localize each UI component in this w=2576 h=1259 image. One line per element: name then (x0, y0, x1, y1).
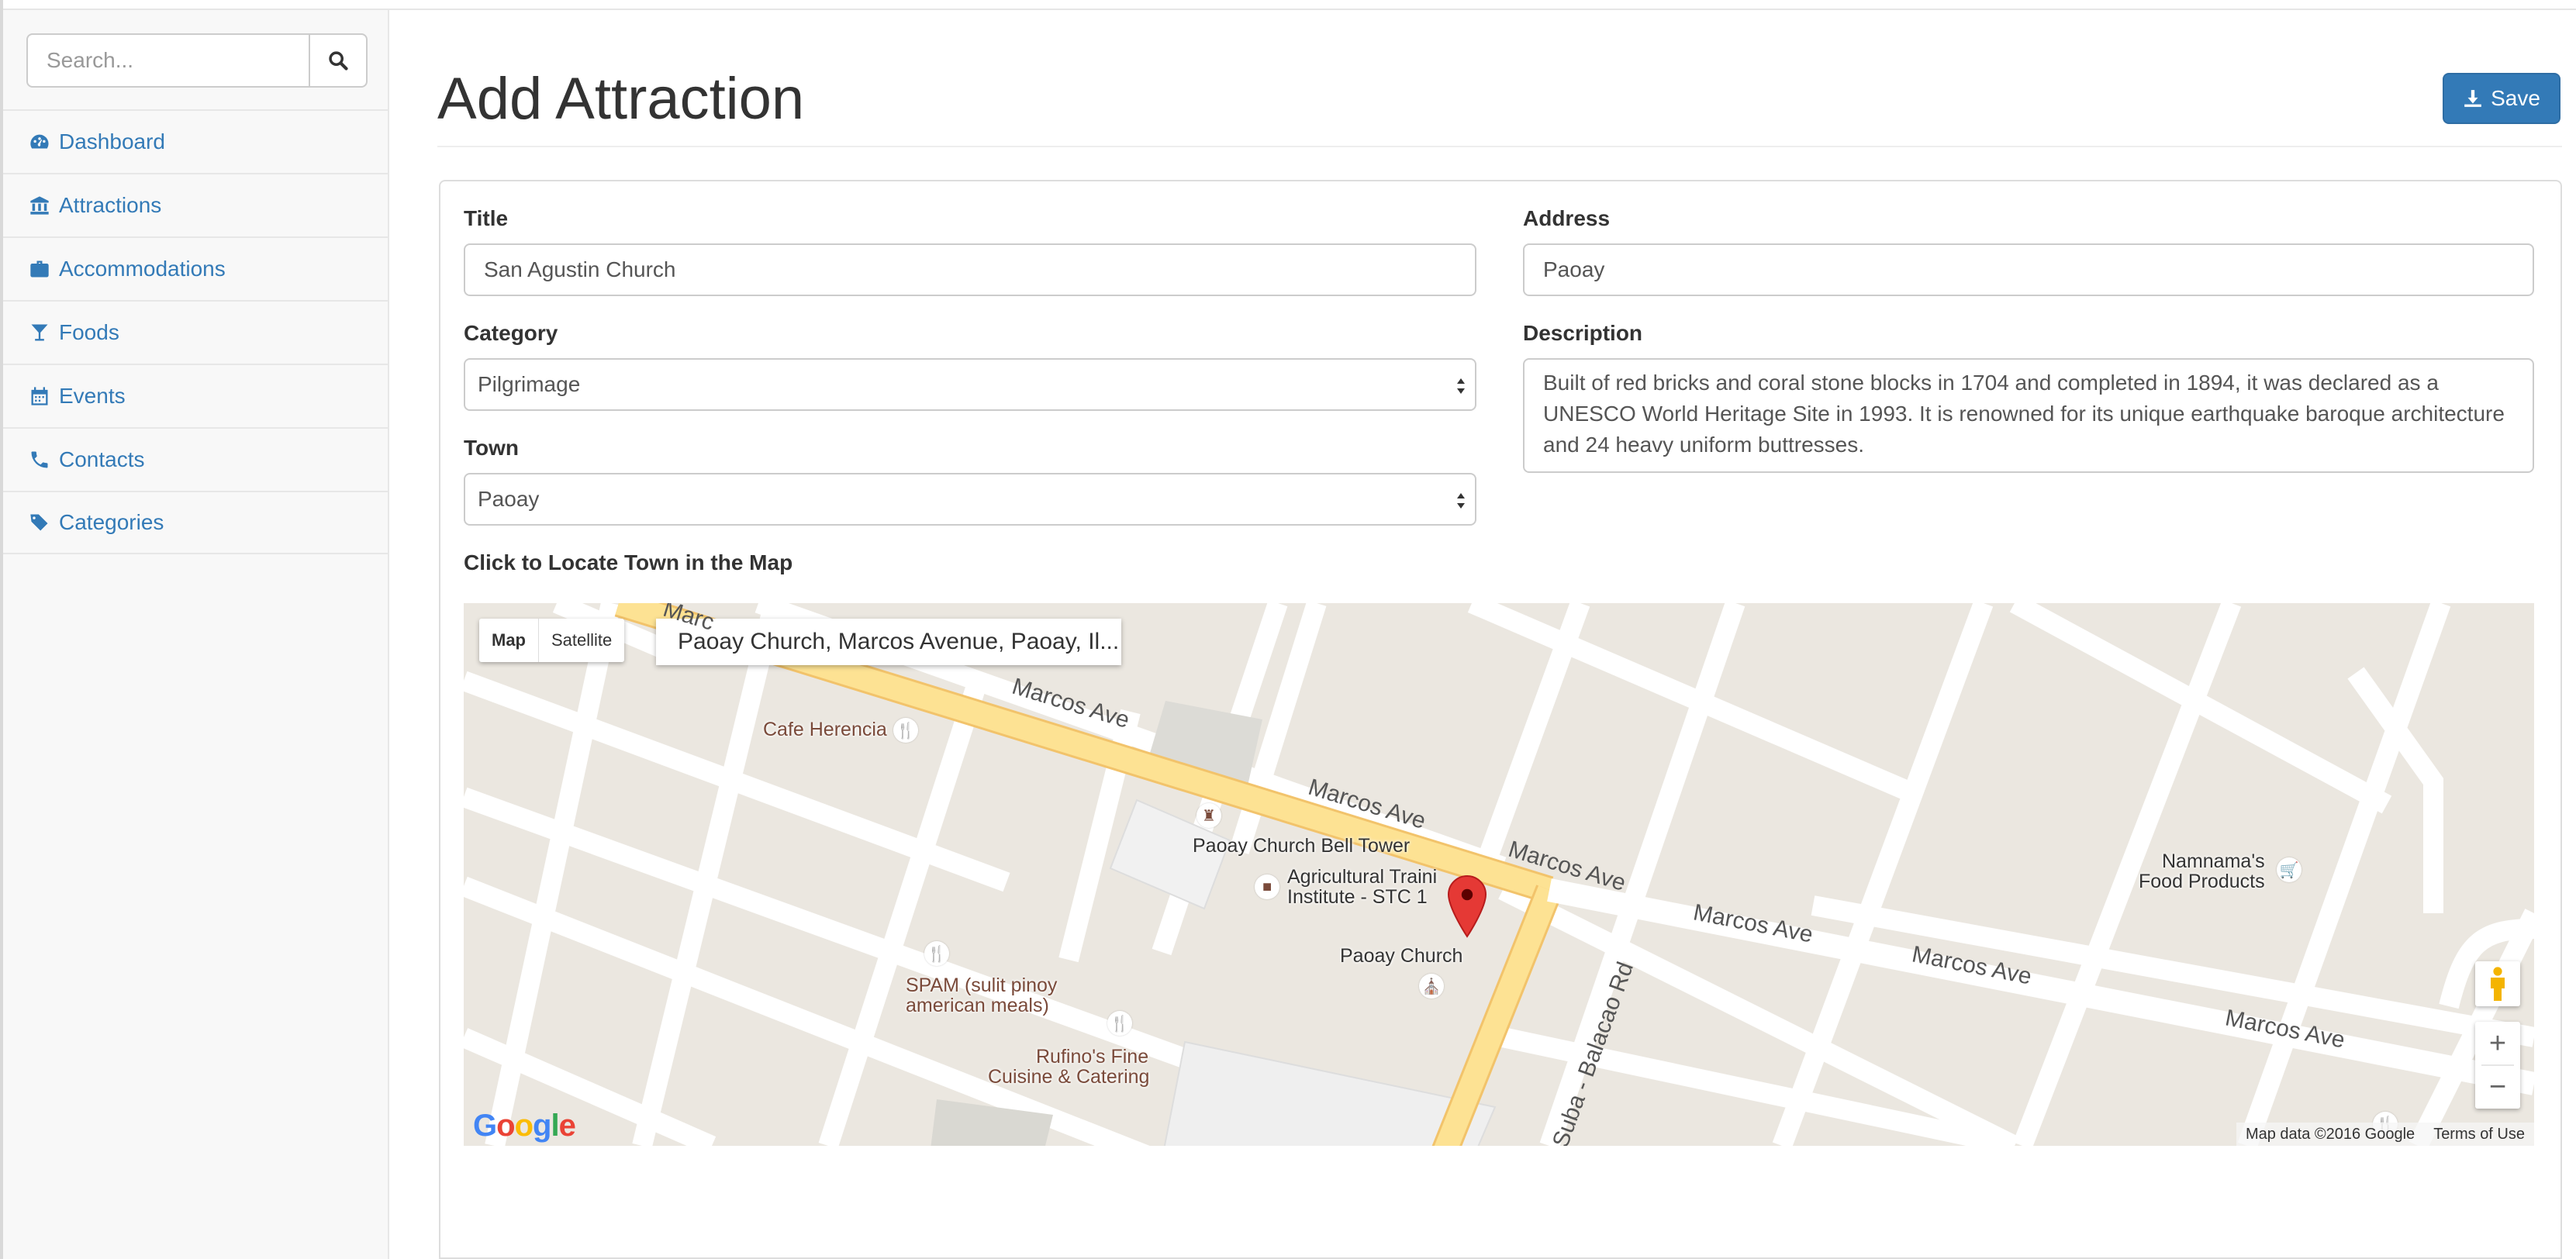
church-icon: ⛪ (1419, 974, 1444, 999)
sidebar-item-foods[interactable]: Foods (3, 300, 388, 364)
address-field[interactable]: Paoay (1523, 243, 2534, 296)
select-arrows-icon (1457, 493, 1465, 509)
terms-of-use-link[interactable]: Terms of Use (2433, 1126, 2525, 1143)
save-button-label: Save (2491, 86, 2540, 110)
poi-rufino-line2: Cuisine & Catering (988, 1066, 1150, 1088)
top-border (0, 0, 2576, 10)
town-label: Town (464, 436, 520, 460)
poi-agri-line2: Institute - STC 1 (1287, 886, 1428, 908)
sidebar-item-label: Foods (59, 320, 119, 344)
restaurant-icon: 🍴 (1107, 1011, 1132, 1036)
address-label: Address (1523, 206, 1611, 230)
map[interactable]: Map Satellite Paoay Church, Marcos Avenu… (464, 603, 2534, 1146)
glass-icon (28, 321, 51, 344)
poi-namnama-line2: Food Products (2139, 871, 2265, 892)
map-type-control: Map Satellite (479, 619, 625, 662)
select-arrows-icon (1457, 378, 1465, 394)
poi-rufino-line1[interactable]: Rufino's Fine (1036, 1047, 1148, 1067)
poi-agri-line1[interactable]: Agricultural Traini (1287, 867, 1437, 887)
suitcase-icon (28, 257, 51, 281)
search-group (26, 33, 368, 88)
sidebar-item-label: Categories (59, 510, 164, 534)
poi-paoay-church[interactable]: Paoay Church (1340, 946, 1462, 966)
sidebar-item-categories[interactable]: Categories (3, 491, 388, 554)
sidebar-item-label: Contacts (59, 447, 145, 471)
title-field[interactable]: San Agustin Church (464, 243, 1476, 296)
sidebar-nav: Dashboard Attractions Accommodations Foo… (3, 109, 388, 554)
save-button[interactable]: Save (2443, 73, 2560, 124)
sidebar-item-accommodations[interactable]: Accommodations (3, 236, 388, 300)
phone-icon (28, 448, 51, 471)
page-title: Add Attraction (437, 66, 805, 132)
zoom-in-button[interactable]: + (2475, 1022, 2520, 1065)
poi-spam-line1[interactable]: SPAM (sulit pinoy (906, 975, 1057, 995)
institution-poi-icon: ■ (1255, 874, 1279, 899)
poi-cafe-herencia[interactable]: Cafe Herencia (763, 719, 887, 740)
landmark-icon: ♜ (1196, 803, 1221, 828)
dashboard-icon (28, 130, 51, 153)
map-marker-icon[interactable] (1447, 874, 1487, 938)
search-input[interactable] (26, 33, 310, 88)
sidebar-item-events[interactable]: Events (3, 364, 388, 427)
map-label: Click to Locate Town in the Map (464, 550, 793, 574)
sidebar-item-label: Dashboard (59, 129, 165, 153)
shopping-cart-icon: 🛒 (2277, 857, 2301, 882)
sidebar-item-dashboard[interactable]: Dashboard (3, 109, 388, 173)
calendar-icon (28, 385, 51, 408)
poi-spam-line2: american meals) (906, 995, 1049, 1016)
download-icon (2464, 90, 2481, 107)
sidebar-item-label: Accommodations (59, 257, 226, 281)
place-infobox[interactable]: Paoay Church, Marcos Avenue, Paoay, Il..… (656, 619, 1121, 665)
description-textarea[interactable]: Built of red bricks and coral stone bloc… (1523, 358, 2534, 473)
category-label: Category (464, 321, 558, 345)
poi-namnama-line1[interactable]: Namnama's (2162, 851, 2265, 871)
sidebar: Dashboard Attractions Accommodations Foo… (3, 10, 389, 1259)
zoom-out-button[interactable]: − (2475, 1065, 2520, 1109)
map-attribution: Map data ©2016 Google (2245, 1125, 2415, 1143)
street-view-pegman-icon[interactable] (2475, 961, 2520, 1006)
zoom-control: + − (2475, 1022, 2520, 1109)
map-attribution-bar: Map data ©2016 Google Terms of Use (2236, 1123, 2534, 1146)
google-logo[interactable]: Google (473, 1109, 576, 1143)
title-label: Title (464, 206, 509, 230)
category-selected-value: Pilgrimage (478, 372, 581, 396)
restaurant-icon: 🍴 (893, 718, 918, 743)
map-type-satellite-button[interactable]: Satellite (539, 619, 624, 662)
header-divider (437, 146, 2562, 147)
sidebar-item-label: Events (59, 384, 126, 408)
town-selected-value: Paoay (478, 487, 540, 511)
town-select[interactable]: Paoay (464, 473, 1476, 526)
search-button[interactable] (309, 33, 368, 88)
category-select[interactable]: Pilgrimage (464, 358, 1476, 411)
sidebar-item-attractions[interactable]: Attractions (3, 173, 388, 236)
poi-bell-tower[interactable]: Paoay Church Bell Tower (1193, 836, 1410, 856)
zoom-divider (2481, 1064, 2514, 1066)
description-label: Description (1523, 321, 1643, 345)
search-icon (329, 51, 348, 71)
institution-icon (28, 194, 51, 217)
sidebar-item-label: Attractions (59, 193, 162, 217)
map-type-map-button[interactable]: Map (479, 619, 539, 662)
sidebar-item-contacts[interactable]: Contacts (3, 427, 388, 491)
tags-icon (28, 511, 51, 534)
restaurant-icon: 🍴 (924, 941, 949, 966)
